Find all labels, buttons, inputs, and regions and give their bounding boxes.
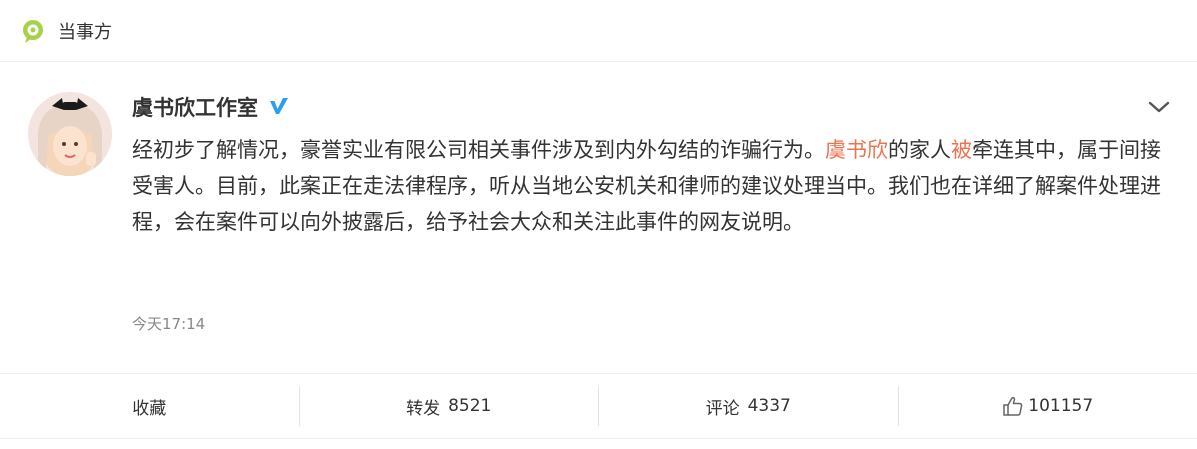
avatar[interactable] <box>28 92 112 176</box>
author-name[interactable]: 虞书欣工作室 <box>132 92 258 122</box>
topic-label: 当事方 <box>58 21 112 43</box>
chevron-down-icon[interactable] <box>1146 98 1172 116</box>
favorite-label: 收藏 <box>132 398 167 419</box>
action-bar: 收藏 转发 8521 评论 4337 101157 <box>0 373 1197 439</box>
highlight-keyword-link[interactable]: 被 <box>951 138 972 162</box>
favorite-button[interactable]: 收藏 <box>0 386 300 426</box>
weibo-post-card: 当事方 虞书欣工作室 经初步了解情况，豪誉实业有限公司相关事件涉及到内外勾结的诈… <box>0 0 1197 449</box>
topic-bar[interactable]: 当事方 <box>0 0 1197 62</box>
content-text: 经初步了解情况，豪誉实业有限公司相关事件涉及到内外勾结的诈骗行为。 <box>132 138 825 162</box>
content-text: 的家人 <box>888 138 951 162</box>
repost-button[interactable]: 转发 8521 <box>300 386 599 426</box>
post-author[interactable]: 虞书欣工作室 <box>132 92 290 122</box>
avatar-image <box>28 92 112 176</box>
comment-button[interactable]: 评论 4337 <box>599 386 899 426</box>
repost-label: 转发 <box>406 398 441 419</box>
like-count: 101157 <box>1028 396 1094 416</box>
comment-label: 评论 <box>705 398 740 419</box>
thumbs-up-icon <box>1003 396 1023 416</box>
like-button[interactable]: 101157 <box>899 386 1197 426</box>
location-pin-icon <box>23 19 43 43</box>
post-content: 经初步了解情况，豪誉实业有限公司相关事件涉及到内外勾结的诈骗行为。虞书欣的家人被… <box>132 132 1162 240</box>
post-timestamp[interactable]: 今天17:14 <box>132 313 205 334</box>
comment-count: 4337 <box>747 396 791 416</box>
verified-badge-icon <box>270 98 288 114</box>
highlight-name-link[interactable]: 虞书欣 <box>825 138 888 162</box>
repost-count: 8521 <box>448 396 492 416</box>
